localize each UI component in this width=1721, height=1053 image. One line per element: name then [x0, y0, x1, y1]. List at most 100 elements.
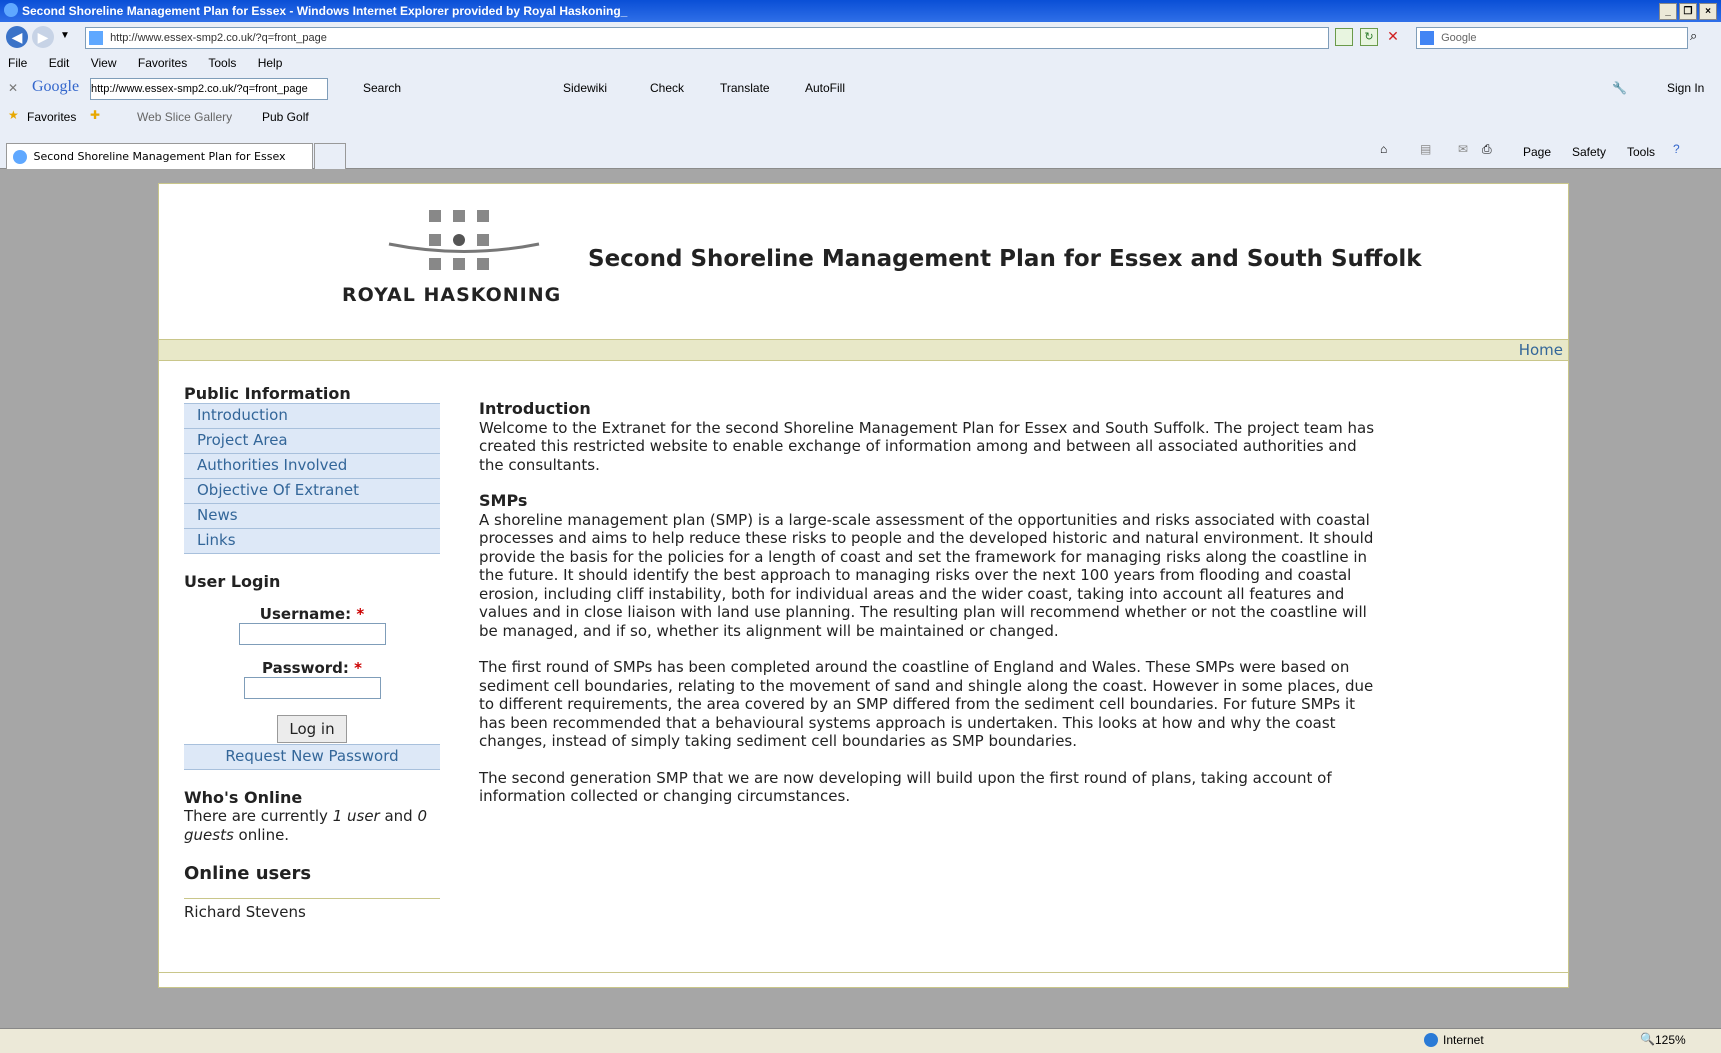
- address-text: http://www.essex-smp2.co.uk/?q=front_pag…: [110, 32, 327, 44]
- logo-swoosh: [388, 242, 540, 253]
- sidewiki-button[interactable]: Sidewiki: [563, 81, 607, 95]
- internet-zone-icon: [1424, 1033, 1438, 1047]
- favorites-button[interactable]: Favorites: [27, 110, 76, 124]
- google-icon: [1420, 31, 1434, 46]
- logo-text: ROYAL HASKONING: [342, 284, 562, 306]
- menu-file[interactable]: File: [8, 56, 27, 70]
- user-login-title: User Login: [184, 572, 281, 591]
- sidebar-item-news[interactable]: News: [184, 504, 440, 529]
- title-bar: Second Shoreline Management Plan for Ess…: [0, 0, 1721, 22]
- history-dropdown-icon[interactable]: ▼: [60, 30, 70, 41]
- tab-active[interactable]: Second Shoreline Management Plan for Ess…: [6, 143, 313, 169]
- user-count: 1 user: [332, 807, 380, 825]
- menu-help[interactable]: Help: [258, 56, 283, 70]
- search-placeholder: Google: [1441, 32, 1477, 44]
- close-button[interactable]: ×: [1699, 3, 1717, 20]
- forward-icon[interactable]: ▶: [32, 26, 54, 48]
- internet-zone: Internet: [1443, 1033, 1484, 1047]
- footer-divider: [159, 972, 1568, 973]
- feeds-icon[interactable]: ▤: [1420, 142, 1431, 156]
- page-menu[interactable]: Page: [1523, 145, 1551, 159]
- site-title: Second Shoreline Management Plan for Ess…: [588, 246, 1422, 272]
- favorites-star-icon[interactable]: ★: [8, 108, 19, 122]
- intro-text: Welcome to the Extranet for the second S…: [479, 418, 1375, 474]
- pub-golf-link[interactable]: Pub Golf: [262, 110, 309, 124]
- safety-menu[interactable]: Safety: [1572, 145, 1606, 159]
- print-icon[interactable]: ⎙: [1482, 142, 1492, 157]
- tab-label: Second Shoreline Management Plan for Ess…: [33, 150, 286, 163]
- smps-paragraph-3: The second generation SMP that we are no…: [479, 768, 1332, 806]
- online-users-title: Online users: [184, 863, 440, 899]
- public-info-title: Public Information: [184, 384, 351, 403]
- autofill-button[interactable]: AutoFill: [805, 81, 845, 95]
- web-slice-gallery[interactable]: Web Slice Gallery: [137, 110, 232, 124]
- tools-menu[interactable]: Tools: [1627, 145, 1655, 159]
- smps-paragraph-2: The first round of SMPs has been complet…: [479, 658, 1374, 750]
- window-title: Second Shoreline Management Plan for Ess…: [22, 4, 628, 18]
- wrench-icon[interactable]: 🔧: [1612, 81, 1627, 95]
- compat-icon[interactable]: [1335, 28, 1353, 46]
- home-icon[interactable]: ⌂: [1380, 142, 1387, 156]
- nav-bar: Home: [159, 339, 1568, 361]
- zoom-level[interactable]: 125%: [1655, 1033, 1686, 1047]
- required-mark: *: [356, 605, 365, 623]
- sidebar: Public Information Introduction Project …: [184, 384, 440, 921]
- sidebar-item-project-area[interactable]: Project Area: [184, 429, 440, 454]
- google-brand: Google: [32, 78, 80, 95]
- google-search-button[interactable]: Search: [363, 81, 401, 95]
- google-toolbar: ✕ Google http://www.essex-smp2.co.uk/?q=…: [0, 78, 1721, 102]
- refresh-icon[interactable]: ↻: [1360, 28, 1378, 46]
- restore-button[interactable]: ❐: [1679, 3, 1697, 20]
- sidebar-item-introduction[interactable]: Introduction: [184, 403, 440, 429]
- login-button[interactable]: Log in: [277, 715, 347, 743]
- whos-online-part: and: [379, 807, 418, 825]
- google-url-field[interactable]: http://www.essex-smp2.co.uk/?q=front_pag…: [90, 78, 328, 100]
- password-field[interactable]: [243, 677, 381, 699]
- google-url-text: http://www.essex-smp2.co.uk/?q=front_pag…: [91, 83, 308, 95]
- request-password-link[interactable]: Request New Password: [184, 744, 440, 770]
- password-label: Password: *: [184, 659, 440, 677]
- username-field[interactable]: [238, 623, 386, 645]
- sidebar-item-links[interactable]: Links: [184, 529, 440, 554]
- back-icon[interactable]: ◀: [6, 26, 28, 48]
- whos-online-title: Who's Online: [184, 788, 303, 807]
- whos-online-text: There are currently 1 user and 0 guests …: [184, 807, 440, 845]
- mail-icon[interactable]: ✉: [1458, 142, 1468, 156]
- minimize-button[interactable]: _: [1659, 3, 1677, 20]
- menu-edit[interactable]: Edit: [49, 56, 70, 70]
- search-input[interactable]: Google: [1416, 27, 1688, 49]
- search-icon[interactable]: ⌕: [1690, 28, 1697, 44]
- add-favorites-icon[interactable]: ✚: [90, 108, 100, 122]
- sidebar-item-objective[interactable]: Objective Of Extranet: [184, 479, 440, 504]
- tab-ie-icon: [13, 150, 27, 164]
- stop-icon[interactable]: ✕: [1385, 28, 1401, 44]
- smps-heading: SMPs: [479, 491, 528, 510]
- check-button[interactable]: Check: [650, 81, 684, 95]
- web-page: ROYAL HASKONING Second Shoreline Managem…: [158, 183, 1569, 988]
- address-bar[interactable]: http://www.essex-smp2.co.uk/?q=front_pag…: [85, 27, 1329, 49]
- close-toolbar-icon[interactable]: ✕: [8, 81, 18, 95]
- status-bar: Internet 🔍 125%: [0, 1028, 1721, 1053]
- whos-online-part: There are currently: [184, 807, 333, 825]
- username-label: Username: *: [184, 605, 440, 623]
- new-tab-button[interactable]: [314, 143, 346, 169]
- page-icon: [89, 31, 103, 46]
- online-user[interactable]: Richard Stevens: [184, 903, 440, 921]
- browser-window: Second Shoreline Management Plan for Ess…: [0, 0, 1721, 1053]
- menu-tools[interactable]: Tools: [208, 56, 236, 70]
- password-label-text: Password:: [262, 659, 349, 677]
- home-link[interactable]: Home: [1519, 341, 1563, 359]
- ie-icon: [4, 3, 18, 17]
- sidebar-item-authorities[interactable]: Authorities Involved: [184, 454, 440, 479]
- signin-button[interactable]: Sign In: [1667, 81, 1704, 95]
- favorites-bar: ★ Favorites ✚ Web Slice Gallery Pub Golf: [0, 107, 1721, 127]
- menu-view[interactable]: View: [91, 56, 117, 70]
- username-label-text: Username:: [259, 605, 352, 623]
- help-icon[interactable]: ?: [1673, 142, 1680, 156]
- menu-favorites[interactable]: Favorites: [138, 56, 187, 70]
- required-mark: *: [354, 659, 362, 677]
- menu-bar: File Edit View Favorites Tools Help: [8, 56, 1721, 74]
- zoom-icon[interactable]: 🔍: [1640, 1032, 1655, 1046]
- translate-button[interactable]: Translate: [720, 81, 770, 95]
- header: ROYAL HASKONING Second Shoreline Managem…: [159, 184, 1568, 339]
